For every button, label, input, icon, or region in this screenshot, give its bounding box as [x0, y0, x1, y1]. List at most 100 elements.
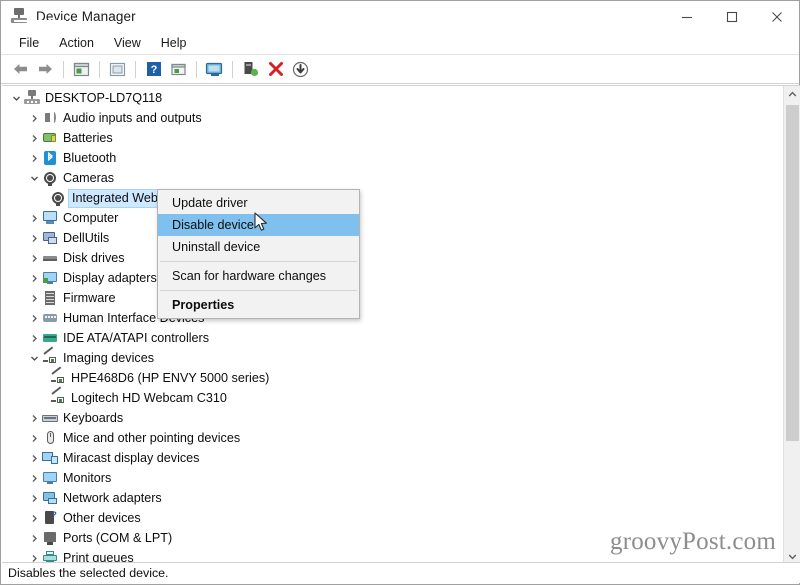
svg-text:?: ?: [150, 64, 157, 76]
tree-item-ide-controllers[interactable]: IDE ATA/ATAPI controllers: [2, 328, 780, 348]
menu-view[interactable]: View: [104, 33, 151, 54]
bluetooth-icon: [42, 150, 58, 166]
tree-item-label: Firmware: [63, 290, 116, 305]
tree-item-label: Bluetooth: [63, 150, 117, 165]
tree-item-firmware[interactable]: Firmware: [2, 288, 780, 308]
battery-icon: [42, 130, 58, 146]
chevron-right-icon[interactable]: [26, 148, 42, 168]
back-icon[interactable]: [8, 57, 33, 81]
chevron-right-icon[interactable]: [26, 108, 42, 128]
context-menu-item-scan-hardware-changes[interactable]: Scan for hardware changes: [158, 265, 359, 287]
uninstall-device-icon[interactable]: [263, 57, 288, 81]
chevron-right-icon[interactable]: [26, 328, 42, 348]
chevron-down-icon[interactable]: [8, 88, 24, 108]
tree-item-hpe468d6[interactable]: HPE468D6 (HP ENVY 5000 series): [2, 366, 780, 388]
help-icon[interactable]: ?: [141, 57, 166, 81]
scrollbar-thumb[interactable]: [786, 105, 799, 441]
chevron-right-icon[interactable]: [26, 228, 42, 248]
chevron-right-icon[interactable]: [26, 128, 42, 148]
keyboard-icon: [42, 410, 58, 426]
tree-item-bluetooth[interactable]: Bluetooth: [2, 148, 780, 168]
chevron-right-icon[interactable]: [26, 308, 42, 328]
tree-item-audio[interactable]: Audio inputs and outputs: [2, 108, 780, 128]
tree-item-label: Mice and other pointing devices: [63, 430, 241, 445]
device-tree-panel: DESKTOP-LD7Q118 Audio inputs and outputs…: [2, 85, 800, 564]
context-menu-item-update-driver[interactable]: Update driver: [158, 192, 359, 214]
close-icon[interactable]: [754, 1, 799, 32]
miracast-icon: [42, 450, 58, 466]
tree-item-dellutils[interactable]: DellUtils: [2, 228, 780, 248]
context-menu-item-label: Uninstall device: [172, 240, 261, 254]
update-driver-icon[interactable]: [166, 57, 191, 81]
chevron-right-icon[interactable]: [26, 288, 42, 308]
tree-item-imaging-devices[interactable]: Imaging devices: [2, 346, 780, 368]
toolbar-separator: [196, 60, 197, 78]
tree-item-cameras[interactable]: Cameras: [2, 168, 780, 188]
forward-icon[interactable]: [33, 57, 58, 81]
device-tree[interactable]: DESKTOP-LD7Q118 Audio inputs and outputs…: [2, 86, 780, 564]
menu-action[interactable]: Action: [49, 33, 104, 54]
scan-hardware-changes-icon[interactable]: [202, 57, 227, 81]
tree-item-disk-drives[interactable]: Disk drives: [2, 248, 780, 268]
tree-item-desktop[interactable]: DESKTOP-LD7Q118: [2, 88, 780, 108]
title-bar: Device Manager: [1, 1, 799, 32]
chevron-right-icon[interactable]: [26, 428, 42, 448]
tree-item-other-devices[interactable]: ? Other devices: [2, 508, 780, 528]
computer-icon: [42, 210, 58, 226]
scroll-up-arrow-icon[interactable]: [784, 86, 800, 103]
menu-help[interactable]: Help: [151, 33, 197, 54]
tree-item-network-adapters[interactable]: Network adapters: [2, 488, 780, 508]
tree-item-label: Logitech HD Webcam C310: [71, 390, 227, 405]
tree-item-label: Network adapters: [63, 490, 162, 505]
chevron-right-icon[interactable]: [26, 488, 42, 508]
tree-item-integrated-webcam[interactable]: Integrated Webcam: [2, 188, 780, 208]
tree-item-batteries[interactable]: Batteries: [2, 128, 780, 148]
tree-item-label: Disk drives: [63, 250, 125, 265]
menu-file[interactable]: File: [9, 33, 49, 54]
chevron-right-icon[interactable]: [26, 248, 42, 268]
tree-item-keyboards[interactable]: Keyboards: [2, 408, 780, 428]
tree-item-mice[interactable]: Mice and other pointing devices: [2, 428, 780, 448]
chevron-right-icon[interactable]: [26, 268, 42, 288]
chevron-right-icon[interactable]: [26, 208, 42, 228]
window-controls: [664, 1, 799, 32]
chevron-right-icon[interactable]: [26, 408, 42, 428]
imaging-device-icon: [50, 366, 66, 386]
chevron-right-icon[interactable]: [26, 468, 42, 488]
disk-drive-icon: [42, 250, 58, 266]
context-menu-item-uninstall-device[interactable]: Uninstall device: [158, 236, 359, 258]
tree-item-label: Audio inputs and outputs: [63, 110, 202, 125]
tree-item-logitech-webcam[interactable]: Logitech HD Webcam C310: [2, 386, 780, 408]
device-manager-icon: [11, 8, 66, 24]
tree-item-miracast[interactable]: Miracast display devices: [2, 448, 780, 468]
camera-icon: [42, 170, 58, 186]
context-menu-item-label: Disable device: [172, 218, 254, 232]
enable-device-icon[interactable]: [238, 57, 263, 81]
tree-item-label: Miracast display devices: [63, 450, 200, 465]
properties-icon[interactable]: [105, 57, 130, 81]
show-hide-console-tree-icon[interactable]: [69, 57, 94, 81]
tree-item-label: Display adapters: [63, 270, 157, 285]
tree-item-label: Ports (COM & LPT): [63, 530, 173, 545]
chevron-right-icon[interactable]: [26, 448, 42, 468]
vertical-scrollbar[interactable]: [783, 86, 800, 564]
disable-device-icon[interactable]: [288, 57, 313, 81]
port-icon: [42, 530, 58, 546]
context-menu-item-disable-device[interactable]: Disable device: [158, 214, 359, 236]
tree-item-label: HPE468D6 (HP ENVY 5000 series): [71, 370, 270, 385]
chevron-down-icon[interactable]: [26, 348, 42, 368]
toolbar-separator: [99, 60, 100, 78]
toolbar-separator: [232, 60, 233, 78]
tree-item-label: Monitors: [63, 470, 112, 485]
context-menu-item-properties[interactable]: Properties: [158, 294, 359, 316]
tree-item-computer[interactable]: Computer: [2, 208, 780, 228]
maximize-icon[interactable]: [709, 1, 754, 32]
tree-item-human-interface-devices[interactable]: Human Interface Devices: [2, 308, 780, 328]
chevron-down-icon[interactable]: [26, 168, 42, 188]
context-menu-item-label: Update driver: [172, 196, 248, 210]
tree-item-display-adapters[interactable]: Display adapters: [2, 268, 780, 288]
minimize-icon[interactable]: [664, 1, 709, 32]
chevron-right-icon[interactable]: [26, 528, 42, 548]
tree-item-monitors[interactable]: Monitors: [2, 468, 780, 488]
chevron-right-icon[interactable]: [26, 508, 42, 528]
